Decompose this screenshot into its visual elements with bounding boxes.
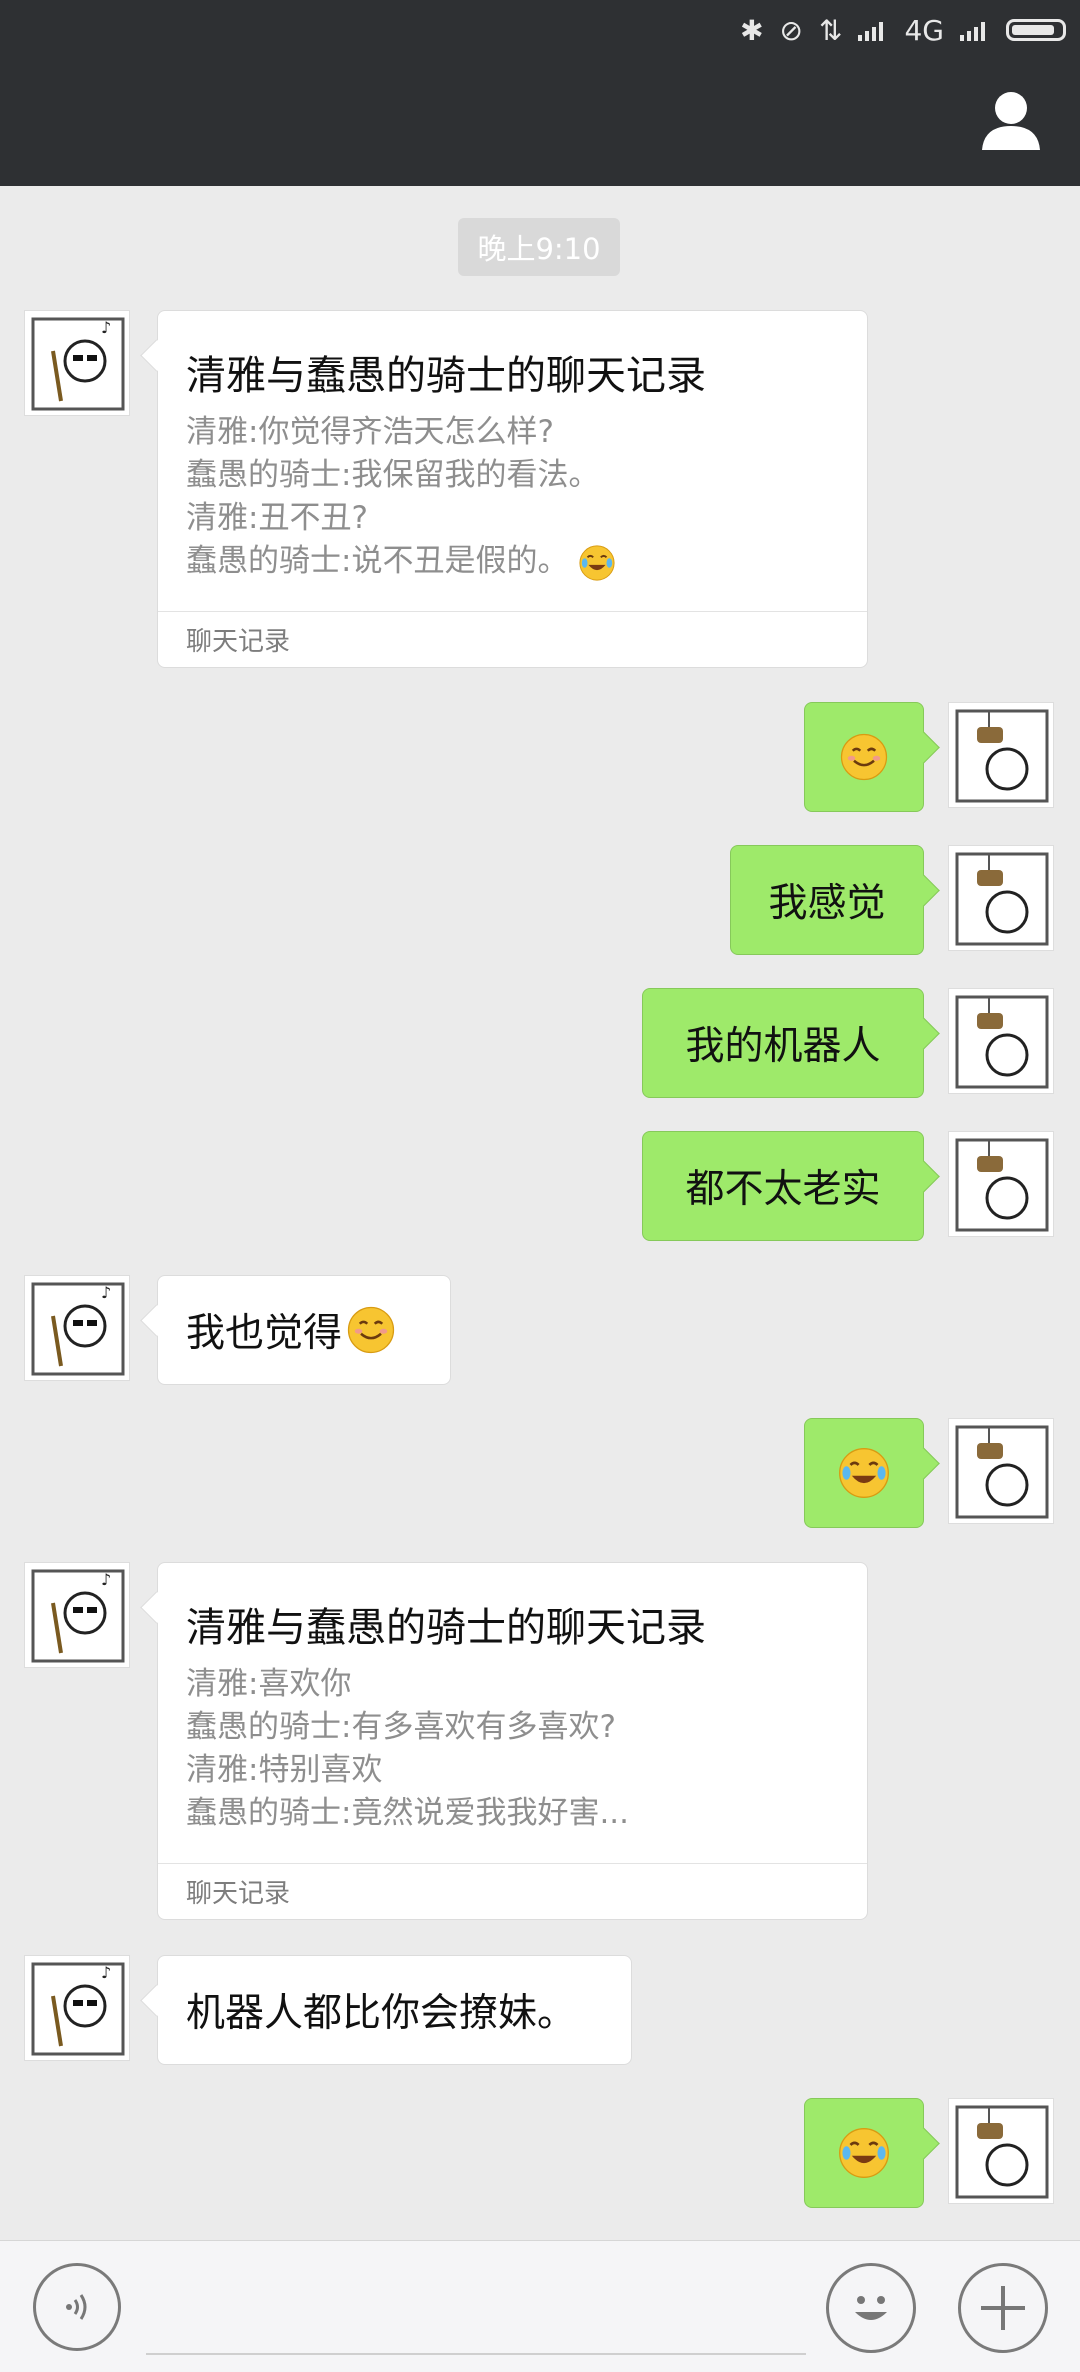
message-text: 机器人都比你会撩妹。: [186, 1991, 577, 2036]
alarm-off-icon: ⊘: [779, 13, 804, 47]
input-bar: [0, 2240, 1080, 2372]
data-arrows-icon: ⇅: [819, 13, 843, 47]
card-preview: 清雅:喜欢你 蠢愚的骑士:有多喜欢有多喜欢? 清雅:特别喜欢 蠢愚的骑士:竟然说…: [186, 1663, 629, 1835]
my-avatar[interactable]: [948, 1131, 1054, 1237]
add-icon: [981, 2286, 1025, 2330]
sent-emoji-bubble[interactable]: [804, 2098, 924, 2208]
status-bar: ✱ ⊘ ⇅ 4G: [740, 8, 1066, 52]
svg-text:♪: ♪: [101, 318, 111, 337]
sent-message-bubble[interactable]: 都不太老实: [642, 1131, 924, 1241]
battery-icon: [1006, 19, 1066, 41]
top-bar: ✱ ⊘ ⇅ 4G: [0, 0, 1080, 186]
message-text: 我感觉: [768, 881, 886, 926]
card-line: 蠢愚的骑士:竟然说爱我我好害...: [186, 1795, 630, 1831]
card-line: 蠢愚的骑士:我保留我的看法。: [186, 457, 600, 493]
contact-avatar[interactable]: ♪: [24, 1275, 130, 1381]
card-line: 蠢愚的骑士:说不丑是假的。: [186, 540, 616, 583]
emoji-button[interactable]: [826, 2263, 916, 2353]
voice-icon: [66, 2294, 87, 2320]
profile-icon[interactable]: [976, 88, 1046, 152]
add-button[interactable]: [958, 2263, 1048, 2353]
signal-icon: [858, 22, 884, 41]
card-preview: 清雅:你觉得齐浩天怎么样? 蠢愚的骑士:我保留我的看法。 清雅:丑不丑? 蠢愚的…: [186, 411, 616, 583]
voice-button[interactable]: [33, 2263, 121, 2351]
bluetooth-icon: ✱: [740, 13, 764, 47]
received-message-bubble[interactable]: 我也觉得: [157, 1275, 451, 1385]
laugh-cry-emoji-icon: [579, 544, 615, 581]
received-message-bubble[interactable]: 机器人都比你会撩妹。: [157, 1955, 632, 2065]
message-text: 我也觉得: [186, 1311, 343, 1356]
card-line: 清雅:特别喜欢: [186, 1752, 383, 1788]
network-type: 4G: [904, 13, 944, 47]
card-line: 清雅:喜欢你: [186, 1666, 352, 1702]
sent-message-bubble[interactable]: 我的机器人: [642, 988, 924, 1098]
card-title: 清雅与蠢愚的骑士的聊天记录: [186, 1605, 706, 1651]
smile-emoji-icon: [347, 1306, 395, 1354]
my-avatar[interactable]: [948, 702, 1054, 808]
message-text: 都不太老实: [685, 1167, 881, 1212]
card-footer: 聊天记录: [158, 1863, 867, 1919]
chat-record-card[interactable]: 清雅与蠢愚的骑士的聊天记录 清雅:喜欢你 蠢愚的骑士:有多喜欢有多喜欢? 清雅:…: [157, 1562, 868, 1920]
my-avatar[interactable]: [948, 1418, 1054, 1524]
time-stamp: 晚上9:10: [458, 218, 620, 276]
my-avatar[interactable]: [948, 845, 1054, 951]
svg-text:♪: ♪: [101, 1963, 111, 1982]
chat-record-card[interactable]: 清雅与蠢愚的骑士的聊天记录 清雅:你觉得齐浩天怎么样? 蠢愚的骑士:我保留我的看…: [157, 310, 868, 668]
contact-avatar[interactable]: ♪: [24, 310, 130, 416]
svg-text:♪: ♪: [101, 1283, 111, 1302]
message-text: 我的机器人: [685, 1024, 881, 1069]
card-line: 清雅:丑不丑?: [186, 500, 368, 536]
message-input[interactable]: [146, 2353, 806, 2355]
contact-avatar[interactable]: ♪: [24, 1955, 130, 2061]
contact-avatar[interactable]: ♪: [24, 1562, 130, 1668]
my-avatar[interactable]: [948, 2098, 1054, 2204]
my-avatar[interactable]: [948, 988, 1054, 1094]
laugh-cry-emoji-icon: [839, 2128, 889, 2178]
emoji-icon: [855, 2296, 887, 2320]
card-title: 清雅与蠢愚的骑士的聊天记录: [186, 353, 706, 399]
card-line: 清雅:你觉得齐浩天怎么样?: [186, 414, 554, 450]
card-footer: 聊天记录: [158, 611, 867, 667]
svg-text:♪: ♪: [101, 1570, 111, 1589]
sent-message-bubble[interactable]: 我感觉: [730, 845, 924, 955]
smile-emoji-icon: [840, 733, 888, 781]
signal-icon: [960, 22, 985, 41]
sent-emoji-bubble[interactable]: [804, 1418, 924, 1528]
card-line: 蠢愚的骑士:有多喜欢有多喜欢?: [186, 1709, 616, 1745]
sent-emoji-bubble[interactable]: [804, 702, 924, 812]
laugh-cry-emoji-icon: [839, 1448, 889, 1498]
